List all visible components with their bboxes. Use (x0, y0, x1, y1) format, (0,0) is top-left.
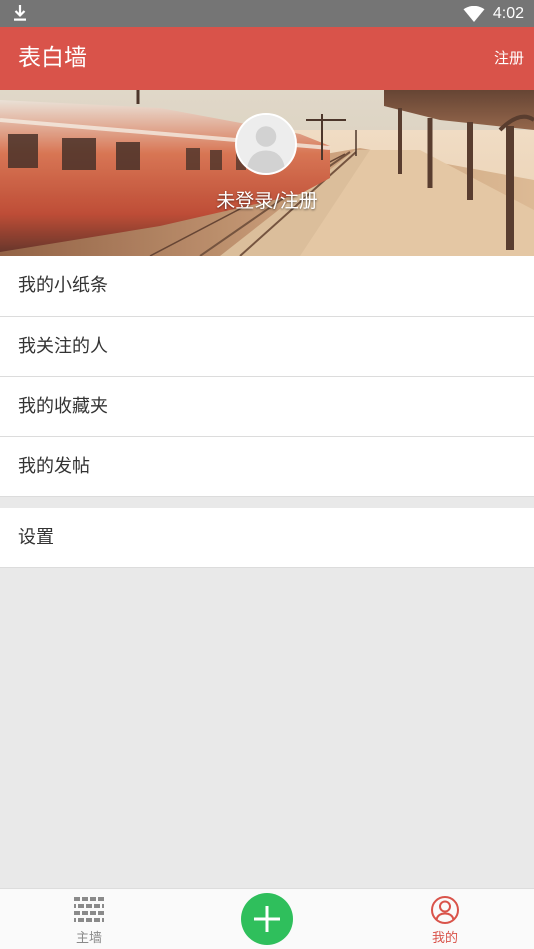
settings-menu: 设置 (0, 508, 534, 568)
plus-icon (254, 906, 280, 932)
menu-item-my-notes[interactable]: 我的小纸条 (0, 256, 534, 317)
user-avatar-icon[interactable] (235, 113, 297, 175)
nav-tab-mine[interactable]: 我的 (390, 889, 500, 949)
register-button[interactable]: 注册 (494, 27, 524, 90)
wifi-icon (463, 5, 485, 22)
menu-item-following[interactable]: 我关注的人 (0, 317, 534, 377)
menu-item-my-posts[interactable]: 我的发帖 (0, 437, 534, 497)
menu-item-favorites[interactable]: 我的收藏夹 (0, 377, 534, 437)
menu-item-settings[interactable]: 设置 (0, 508, 534, 568)
brick-wall-icon (74, 897, 104, 922)
nav-label-mine: 我的 (431, 931, 458, 946)
app-bar: 表白墙 注册 (0, 27, 534, 90)
app-screen: 4:02 表白墙 注册 未登录/注册 我的小纸条 我关注的人 我的收藏夹 我的发… (0, 0, 534, 949)
login-register-link[interactable]: 未登录/注册 (0, 186, 534, 213)
status-bar: 4:02 (0, 0, 534, 27)
download-icon (14, 5, 26, 21)
profile-header: 未登录/注册 (0, 90, 534, 256)
profile-menu: 我的小纸条 我关注的人 我的收藏夹 我的发帖 (0, 256, 534, 497)
user-circle-icon (431, 896, 459, 924)
add-post-button[interactable] (241, 893, 293, 945)
app-title: 表白墙 (18, 45, 87, 71)
nav-label-home: 主墙 (75, 931, 102, 946)
status-right: 4:02 (463, 0, 524, 27)
status-time: 4:02 (492, 4, 524, 22)
nav-tab-home[interactable]: 主墙 (34, 889, 144, 949)
